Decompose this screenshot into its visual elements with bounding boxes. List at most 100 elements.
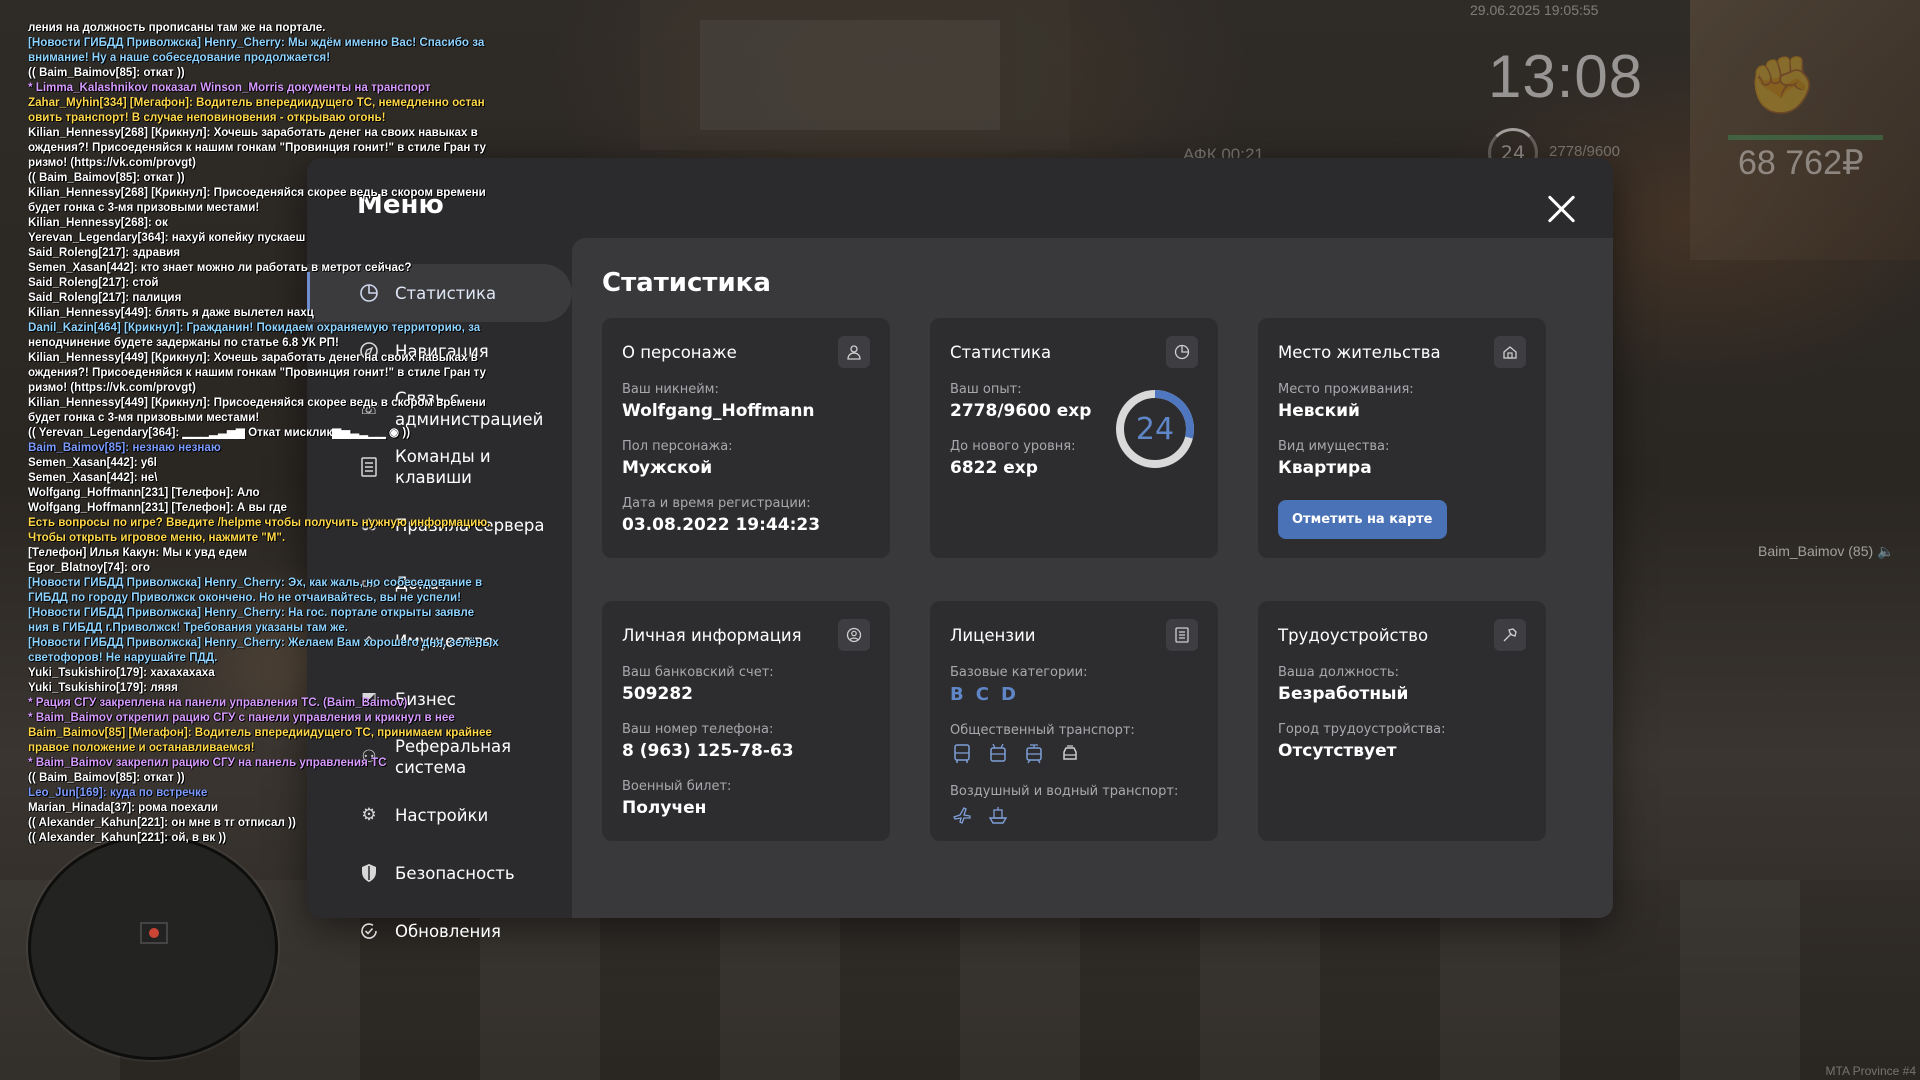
chat-line: (( Baim_Baimov[85]: откат ))	[28, 171, 185, 184]
map-marker-icon	[140, 922, 168, 944]
nav-item-security[interactable]: Безопасность	[307, 844, 572, 902]
speaker-icon: 🔈	[1877, 543, 1895, 559]
chat-line: неподчинение будете задержаны по статье …	[28, 336, 339, 349]
tram-icon	[1022, 742, 1046, 766]
chat-line: Said_Roleng[217]: здравия	[28, 246, 181, 259]
property-type-label: Вид имущества:	[1278, 439, 1390, 454]
chat-line: ГИБДД по городу Приволжск окончено. Но н…	[28, 591, 461, 604]
chat-line: Yuki_Tsukishiro[179]: хахахахаха	[28, 666, 215, 679]
chat-line: Zahar_Myhin[334] [Мегафон]: Водитель впе…	[28, 96, 485, 109]
user-circle-icon	[838, 619, 870, 651]
residence-place-value: Невский	[1278, 401, 1360, 421]
user-icon	[838, 336, 870, 368]
license-categories: B C D	[950, 684, 1198, 705]
id-document-icon	[1166, 619, 1198, 651]
chat-log: ления на должность прописаны там же на п…	[28, 20, 518, 845]
chat-line: ризмо! (https://vk.com/provgt)	[28, 381, 196, 394]
chat-line: Чтобы открыть игровое меню, нажмите "M".	[28, 531, 286, 544]
registration-label: Дата и время регистрации:	[622, 496, 811, 511]
pie-chart-icon	[1166, 336, 1198, 368]
card-residence: Место жительства Место проживания: Невск…	[1258, 318, 1546, 558]
chat-line: Said_Roleng[217]: палиция	[28, 291, 182, 304]
base-categories-label: Базовые категории:	[950, 665, 1088, 680]
mark-on-map-button[interactable]: Отметить на карте	[1278, 500, 1447, 539]
background-notice-board	[640, 0, 1070, 150]
card-statistics: Статистика Ваш опыт: 2778/9600 exp До но…	[930, 318, 1218, 558]
chat-line: светофоров! Не нарушайте ПДД.	[28, 651, 218, 664]
nickname-value: Wolfgang_Hoffmann	[622, 401, 815, 421]
chat-line: [Новости ГИБДД Приволжска] Henry_Cherry:…	[28, 606, 475, 619]
phone-label: Ваш номер телефона:	[622, 722, 774, 737]
chat-line: Semen_Xasan[442]: у6l	[28, 456, 157, 469]
chat-line: Semen_Xasan[442]: не\	[28, 471, 158, 484]
minimap	[28, 835, 278, 1060]
fist-icon: ✊	[1747, 53, 1817, 118]
card-title: О персонаже	[622, 342, 737, 362]
chat-line: ождения?! Присоеденяйся к нашим гонкам "…	[28, 141, 486, 154]
chat-line: [Новости ГИБДД Приволжска] Henry_Cherry:…	[28, 36, 485, 49]
nav-item-updates[interactable]: Обновления	[307, 902, 572, 960]
license-category: B	[950, 684, 964, 705]
employment-city-label: Город трудоустройства:	[1278, 722, 1446, 737]
bank-account-label: Ваш банковский счет:	[622, 665, 774, 680]
chat-line: (( Baim_Baimov[85]: откат ))	[28, 66, 185, 79]
military-id-label: Военный билет:	[622, 779, 732, 794]
employment-city-value: Отсутствует	[1278, 741, 1397, 761]
chat-line: Wolfgang_Hoffmann[231] [Телефон]: А вы г…	[28, 501, 287, 514]
card-employment: Трудоустройство Ваша должность: Безработ…	[1258, 601, 1546, 841]
residence-place-label: Место проживания:	[1278, 382, 1414, 397]
chat-line: [Телефон] Илья Какун: Мы к увд едем	[28, 546, 248, 559]
bank-account-value: 509282	[622, 684, 693, 704]
chat-line: Wolfgang_Hoffmann[231] [Телефон]: Ало	[28, 486, 260, 499]
chat-line: овить транспорт! В случае неповиновения …	[28, 111, 386, 124]
license-category: D	[1000, 684, 1016, 705]
chat-line: (( Alexander_Kahun[221]: ой, в вк ))	[28, 831, 227, 844]
chat-line: будет гонка с 3-мя призовыми местами!	[28, 201, 260, 214]
statistics-content: Статистика О персонаже Ваш никнейм: Wolf…	[572, 238, 1613, 918]
chat-line: Есть вопросы по игре? Введите /helpme чт…	[28, 516, 491, 529]
chat-line: [Новости ГИБДД Приволжска] Henry_Cherry:…	[28, 636, 499, 649]
hammer-icon	[1494, 619, 1526, 651]
chat-line: ления на должность прописаны там же на п…	[28, 21, 326, 34]
chat-line: Kilian_Hennessy[268] [Крикнул]: Присоеде…	[28, 186, 486, 199]
position-value: Безработный	[1278, 684, 1409, 704]
chat-line: * Baim_Baimov закрепил рацию СГУ на пане…	[28, 756, 387, 769]
chat-line: Kilian_Hennessy[449]: блять я даже вылет…	[28, 306, 314, 319]
chat-line: (( Baim_Baimov[85]: откат ))	[28, 771, 185, 784]
chat-line: Baim_Baimov[85] [Мегафон]: Водитель впер…	[28, 726, 492, 739]
chat-line: Kilian_Hennessy[449] [Крикнул]: Присоеде…	[28, 396, 486, 409]
gender-label: Пол персонажа:	[622, 439, 733, 454]
voice-chat-indicator: Baim_Baimov (85) 🔈	[1758, 543, 1894, 560]
nav-label: Обновления	[395, 921, 501, 941]
card-character: О персонаже Ваш никнейм: Wolfgang_Hoffma…	[602, 318, 890, 558]
voice-user: Baim_Baimov (85)	[1758, 543, 1874, 559]
taxi-icon	[1058, 742, 1082, 766]
phone-value: 8 (963) 125-78-63	[622, 741, 794, 761]
hud-clock: 13:08	[1488, 43, 1644, 110]
hud-health-bar	[1728, 135, 1883, 140]
card-licenses: Лицензии Базовые категории: B C D Общест…	[930, 601, 1218, 841]
chat-line: * Limma_Kalashnikov показал Winson_Morri…	[28, 81, 431, 94]
air-water-transport-icons	[950, 803, 1198, 827]
chat-line: (( Yerevan_Legendary[364]: ▁▁▁▂▃▅▆ Откат…	[28, 426, 411, 439]
chat-line: Leo_Jun[169]: куда по встречке	[28, 786, 208, 799]
registration-value: 03.08.2022 19:44:23	[622, 515, 821, 535]
chat-line: ния в ГИБДД г.Приволжск! Требования указ…	[28, 621, 348, 634]
close-icon[interactable]	[1547, 194, 1577, 224]
public-transport-label: Общественный транспорт:	[950, 723, 1135, 738]
chat-line: ождения?! Присоеденяйся к нашим гонкам "…	[28, 366, 486, 379]
card-title: Место жительства	[1278, 342, 1441, 362]
chat-line: Kilian_Hennessy[268]: ок	[28, 216, 168, 229]
refresh-check-icon	[357, 919, 381, 943]
chat-line: * Baim_Baimov открепил рацию СГУ с панел…	[28, 711, 455, 724]
plane-icon	[950, 803, 974, 827]
chat-line: * Рация СГУ закреплена на панели управле…	[28, 696, 408, 709]
boat-icon	[986, 803, 1010, 827]
card-title: Лицензии	[950, 625, 1036, 645]
chat-line: внимание! Ну а наше собеседование продол…	[28, 51, 331, 64]
chat-line: (( Alexander_Kahun[221]: он мне в тг отп…	[28, 816, 296, 829]
chat-line: Said_Roleng[217]: стой	[28, 276, 159, 289]
chat-line: Baim_Baimov[85]: незнаю незнаю	[28, 441, 221, 454]
gender-value: Мужской	[622, 458, 713, 478]
chat-line: будет гонка с 3-мя призовыми местами!	[28, 411, 260, 424]
